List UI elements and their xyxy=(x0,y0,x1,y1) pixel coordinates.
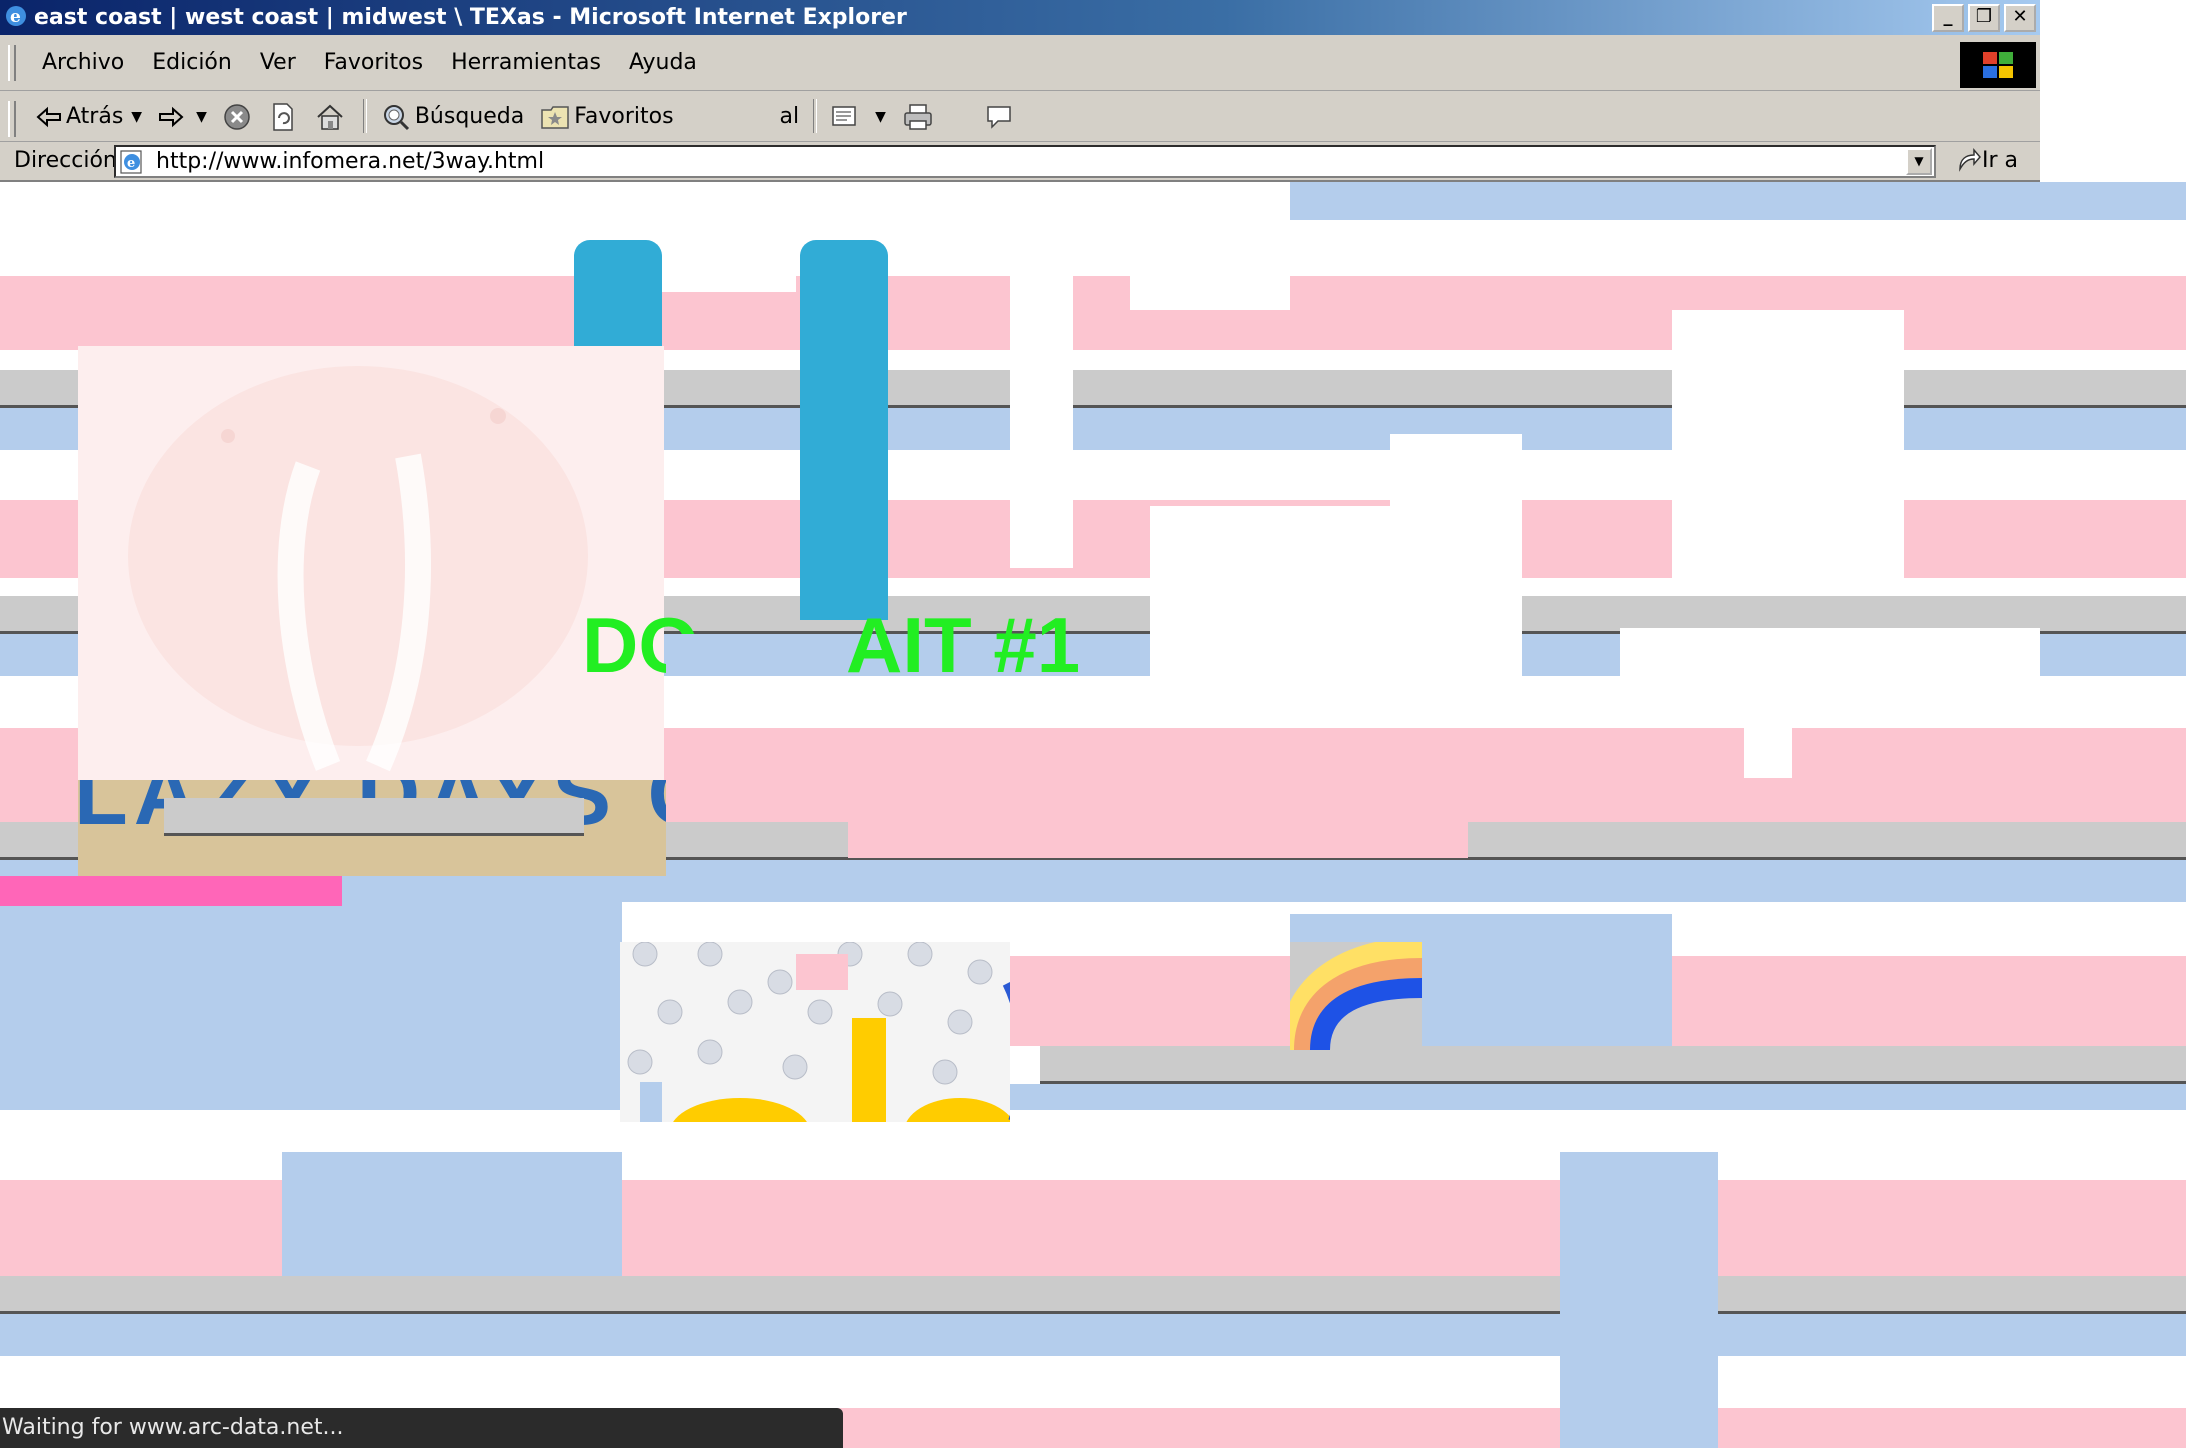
favorites-icon xyxy=(541,105,569,129)
menu-tools[interactable]: Herramientas xyxy=(437,35,615,91)
menu-file[interactable]: Archivo xyxy=(28,35,138,91)
refresh-icon xyxy=(273,102,293,131)
print-icon xyxy=(904,103,932,130)
window-title: east coast | west coast | midwest \ TEXa… xyxy=(34,5,907,30)
glitch-block xyxy=(1150,506,1390,692)
menu-favorites[interactable]: Favoritos xyxy=(310,35,437,91)
page-icon: e xyxy=(119,149,145,183)
print-button[interactable] xyxy=(894,91,946,142)
glitch-block xyxy=(282,1152,622,1280)
windows-logo-icon xyxy=(1960,42,2036,88)
glitch-block xyxy=(0,1356,2186,1408)
glitch-block xyxy=(1010,182,1073,568)
glitch-block xyxy=(1040,1046,2186,1084)
menu-help[interactable]: Ayuda xyxy=(615,35,711,91)
refresh-button[interactable] xyxy=(263,91,307,142)
glitch-block xyxy=(1560,1152,1718,1448)
menu-bar: Archivo Edición Ver Favoritos Herramientas Ay… xyxy=(0,35,2040,91)
go-button[interactable]: Ir a xyxy=(1956,142,2018,180)
go-arrow-icon xyxy=(1959,147,1981,172)
close-button[interactable]: ✕ xyxy=(2004,4,2036,32)
glitch-block xyxy=(1390,434,1522,692)
history-button[interactable]: al xyxy=(772,91,808,142)
address-url: http://www.infomera.net/3way.html xyxy=(156,149,545,174)
address-dropdown-icon[interactable]: ▼ xyxy=(1906,148,1932,175)
rainbow-image xyxy=(1290,942,1422,1050)
forward-button[interactable]: ▼ xyxy=(150,91,215,142)
favorites-label: Favoritos xyxy=(574,104,674,129)
back-dropdown-icon[interactable]: ▼ xyxy=(131,109,142,125)
favorites-button[interactable]: Favoritos xyxy=(532,91,681,142)
glitch-block xyxy=(666,634,846,676)
home-icon xyxy=(317,104,343,130)
cyan-bar-right xyxy=(800,240,888,620)
portrait-image xyxy=(78,346,664,782)
svg-text:e: e xyxy=(10,7,21,27)
back-arrow-icon xyxy=(36,106,61,127)
magenta-strip xyxy=(0,876,342,906)
address-label: Dirección xyxy=(14,148,117,173)
glitch-block xyxy=(1744,728,1792,778)
glitch-block xyxy=(1620,628,2040,728)
restore-button[interactable]: ❐ xyxy=(1968,4,2000,32)
headline-right: AIT #1 xyxy=(846,601,1081,689)
page-viewport[interactable]: DO AIT #1 LAZY DAYS C xyxy=(0,182,2186,1448)
menu-edit[interactable]: Edición xyxy=(138,35,246,91)
search-label: Búsqueda xyxy=(414,104,525,129)
back-button[interactable]: Atrás ▼ xyxy=(28,91,150,142)
glitch-block xyxy=(164,798,584,836)
glitch-block xyxy=(1790,902,2186,956)
glitch-block xyxy=(0,1314,2186,1356)
messenger-button[interactable] xyxy=(976,91,1026,142)
status-bar: Waiting for www.arc-data.net... xyxy=(0,1408,843,1448)
glitch-block xyxy=(0,1276,2186,1314)
glitch-block xyxy=(0,1084,2186,1110)
search-button[interactable]: Búsqueda xyxy=(373,91,532,142)
toolbar-grip xyxy=(8,101,16,137)
glitch-block xyxy=(662,292,800,350)
window-controls: _ ❐ ✕ xyxy=(1928,3,2036,32)
address-bar: Dirección e http://www.infomera.net/3way… xyxy=(0,142,2040,182)
home-button[interactable] xyxy=(307,91,357,142)
go-label: Ir a xyxy=(1982,148,2019,173)
window-title-bar[interactable]: e east coast | west coast | midwest \ TE… xyxy=(0,0,2040,35)
mail-button[interactable]: ▼ xyxy=(823,91,894,142)
internet-explorer-icon: e xyxy=(4,4,28,28)
svg-text:e: e xyxy=(127,156,135,171)
address-input[interactable]: e http://www.infomera.net/3way.html ▼ xyxy=(114,145,1936,178)
stop-icon xyxy=(224,103,250,130)
mail-dropdown-icon[interactable]: ▼ xyxy=(875,109,886,125)
toolbar-separator-2 xyxy=(813,99,818,133)
forward-dropdown-icon[interactable]: ▼ xyxy=(196,109,207,125)
messenger-icon xyxy=(987,105,1011,129)
glitch-block xyxy=(185,276,495,292)
search-icon xyxy=(383,104,409,130)
back-label: Atrás xyxy=(66,104,124,129)
glitch-block xyxy=(640,1082,662,1122)
glitch-block xyxy=(796,954,848,990)
forward-arrow-icon xyxy=(159,106,184,127)
history-label: al xyxy=(779,104,800,129)
menu-grip xyxy=(8,45,16,81)
glitch-block xyxy=(1130,182,1290,310)
toolbar-separator xyxy=(362,99,367,133)
stop-button[interactable] xyxy=(215,91,263,142)
standard-toolbar: Atrás ▼ ▼ Búsqueda Favoritos al ▼ xyxy=(0,91,2040,142)
glitch-block xyxy=(1290,182,2186,220)
menu-view[interactable]: Ver xyxy=(246,35,310,91)
minimize-button[interactable]: _ xyxy=(1932,4,1964,32)
glitch-block xyxy=(1672,310,1904,582)
mail-icon xyxy=(832,105,856,126)
glitch-block xyxy=(848,782,1468,858)
